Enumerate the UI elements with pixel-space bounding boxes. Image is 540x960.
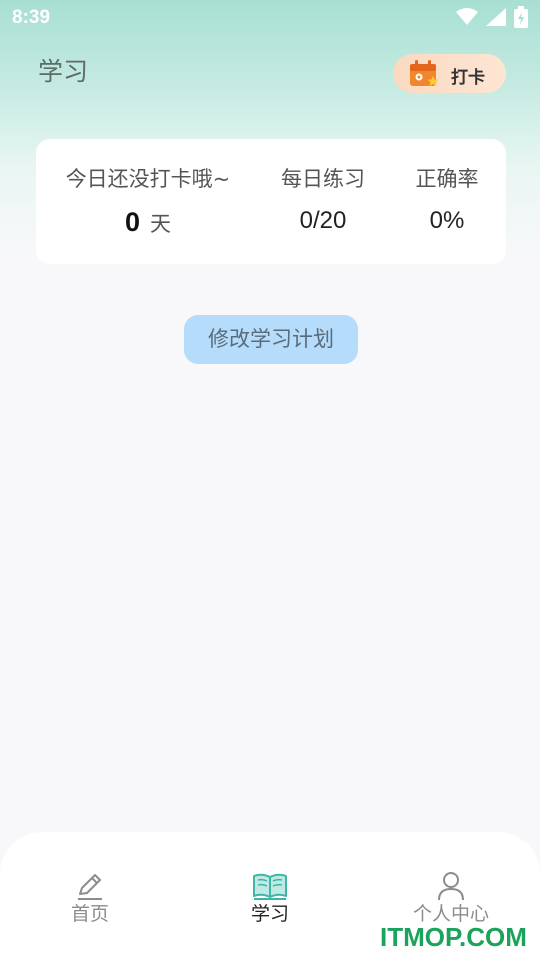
watermark-logo: ITMOP.COM — [380, 922, 527, 952]
streak-stat: 今日还没打卡哦~ 0天 — [62, 163, 234, 238]
accuracy-value: 0% — [429, 207, 465, 234]
status-bar: 8:39 — [0, 0, 540, 36]
edit-plan-button[interactable]: 修改学习计划 — [184, 315, 358, 364]
nav-label-home: 首页 — [70, 903, 109, 925]
daily-practice-label: 每日练习 — [281, 167, 365, 191]
stats-card: 今日还没打卡哦~ 0天 每日练习 0/20 正确率 0% — [36, 139, 506, 264]
accuracy-stat: 正确率 0% — [405, 163, 489, 235]
status-time: 8:39 — [12, 7, 51, 28]
streak-unit: 天 — [150, 212, 172, 236]
pencil-icon — [78, 874, 102, 900]
book-icon — [253, 873, 287, 900]
daily-practice-value: 0/20 — [299, 207, 347, 234]
checkin-button[interactable]: 打卡 — [393, 54, 506, 93]
wifi-icon — [456, 8, 478, 25]
streak-value: 0 — [124, 207, 141, 237]
page-title: 学习 — [38, 57, 89, 86]
battery-charging-icon — [514, 6, 528, 28]
streak-label: 今日还没打卡哦~ — [65, 167, 231, 191]
streak-value-row: 0天 — [62, 207, 234, 238]
accuracy-label: 正确率 — [415, 167, 479, 191]
nav-item-study[interactable]: 学习 — [220, 870, 320, 926]
checkin-label: 打卡 — [451, 68, 485, 88]
nav-item-home[interactable]: 首页 — [40, 870, 140, 926]
signal-icon — [486, 8, 506, 26]
calendar-icon — [410, 60, 439, 86]
nav-label-study: 学习 — [250, 903, 289, 925]
status-icons — [456, 6, 528, 28]
daily-practice-stat: 每日练习 0/20 — [273, 163, 373, 235]
user-icon — [438, 872, 464, 901]
nav-item-profile[interactable]: 个人中心 — [401, 870, 501, 926]
